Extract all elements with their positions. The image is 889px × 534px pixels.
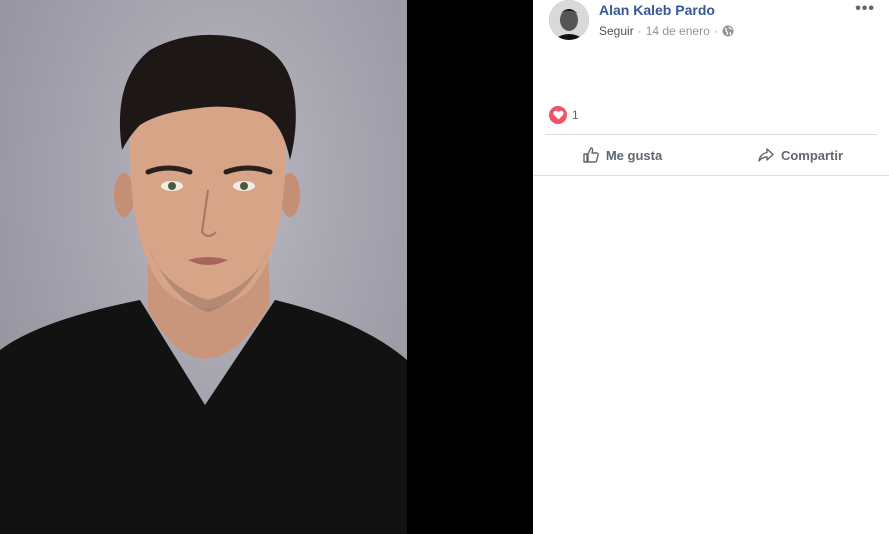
portrait-illustration — [0, 34, 407, 534]
more-options-button[interactable]: ••• — [855, 0, 875, 18]
post-side-panel: Alan Kaleb Pardo Seguir · 14 de enero · … — [533, 0, 889, 534]
reaction-count: 1 — [572, 108, 579, 122]
like-label: Me gusta — [605, 147, 663, 163]
post-photo[interactable] — [0, 0, 407, 534]
thumbs-up-icon — [583, 147, 599, 163]
divider — [533, 175, 889, 176]
post-date-link[interactable]: 14 de enero — [646, 24, 710, 38]
author-name-link[interactable]: Alan Kaleb Pardo — [599, 2, 715, 18]
post-meta: Seguir · 14 de enero · — [599, 24, 734, 38]
share-label: Compartir — [780, 147, 844, 163]
reactions-summary[interactable]: 1 — [549, 106, 579, 124]
post-actions-bar: Me gusta Compartir — [533, 135, 889, 175]
heart-reaction-icon — [549, 106, 567, 124]
share-button[interactable]: Compartir — [711, 135, 889, 175]
avatar-image — [549, 0, 589, 40]
follow-link[interactable]: Seguir — [599, 24, 634, 38]
avatar[interactable] — [549, 0, 589, 40]
photo-viewer — [0, 0, 533, 534]
meta-separator: · — [637, 24, 642, 38]
globe-icon[interactable] — [722, 25, 734, 37]
share-arrow-icon — [758, 148, 774, 162]
like-button[interactable]: Me gusta — [533, 135, 711, 175]
meta-separator: · — [713, 24, 718, 38]
